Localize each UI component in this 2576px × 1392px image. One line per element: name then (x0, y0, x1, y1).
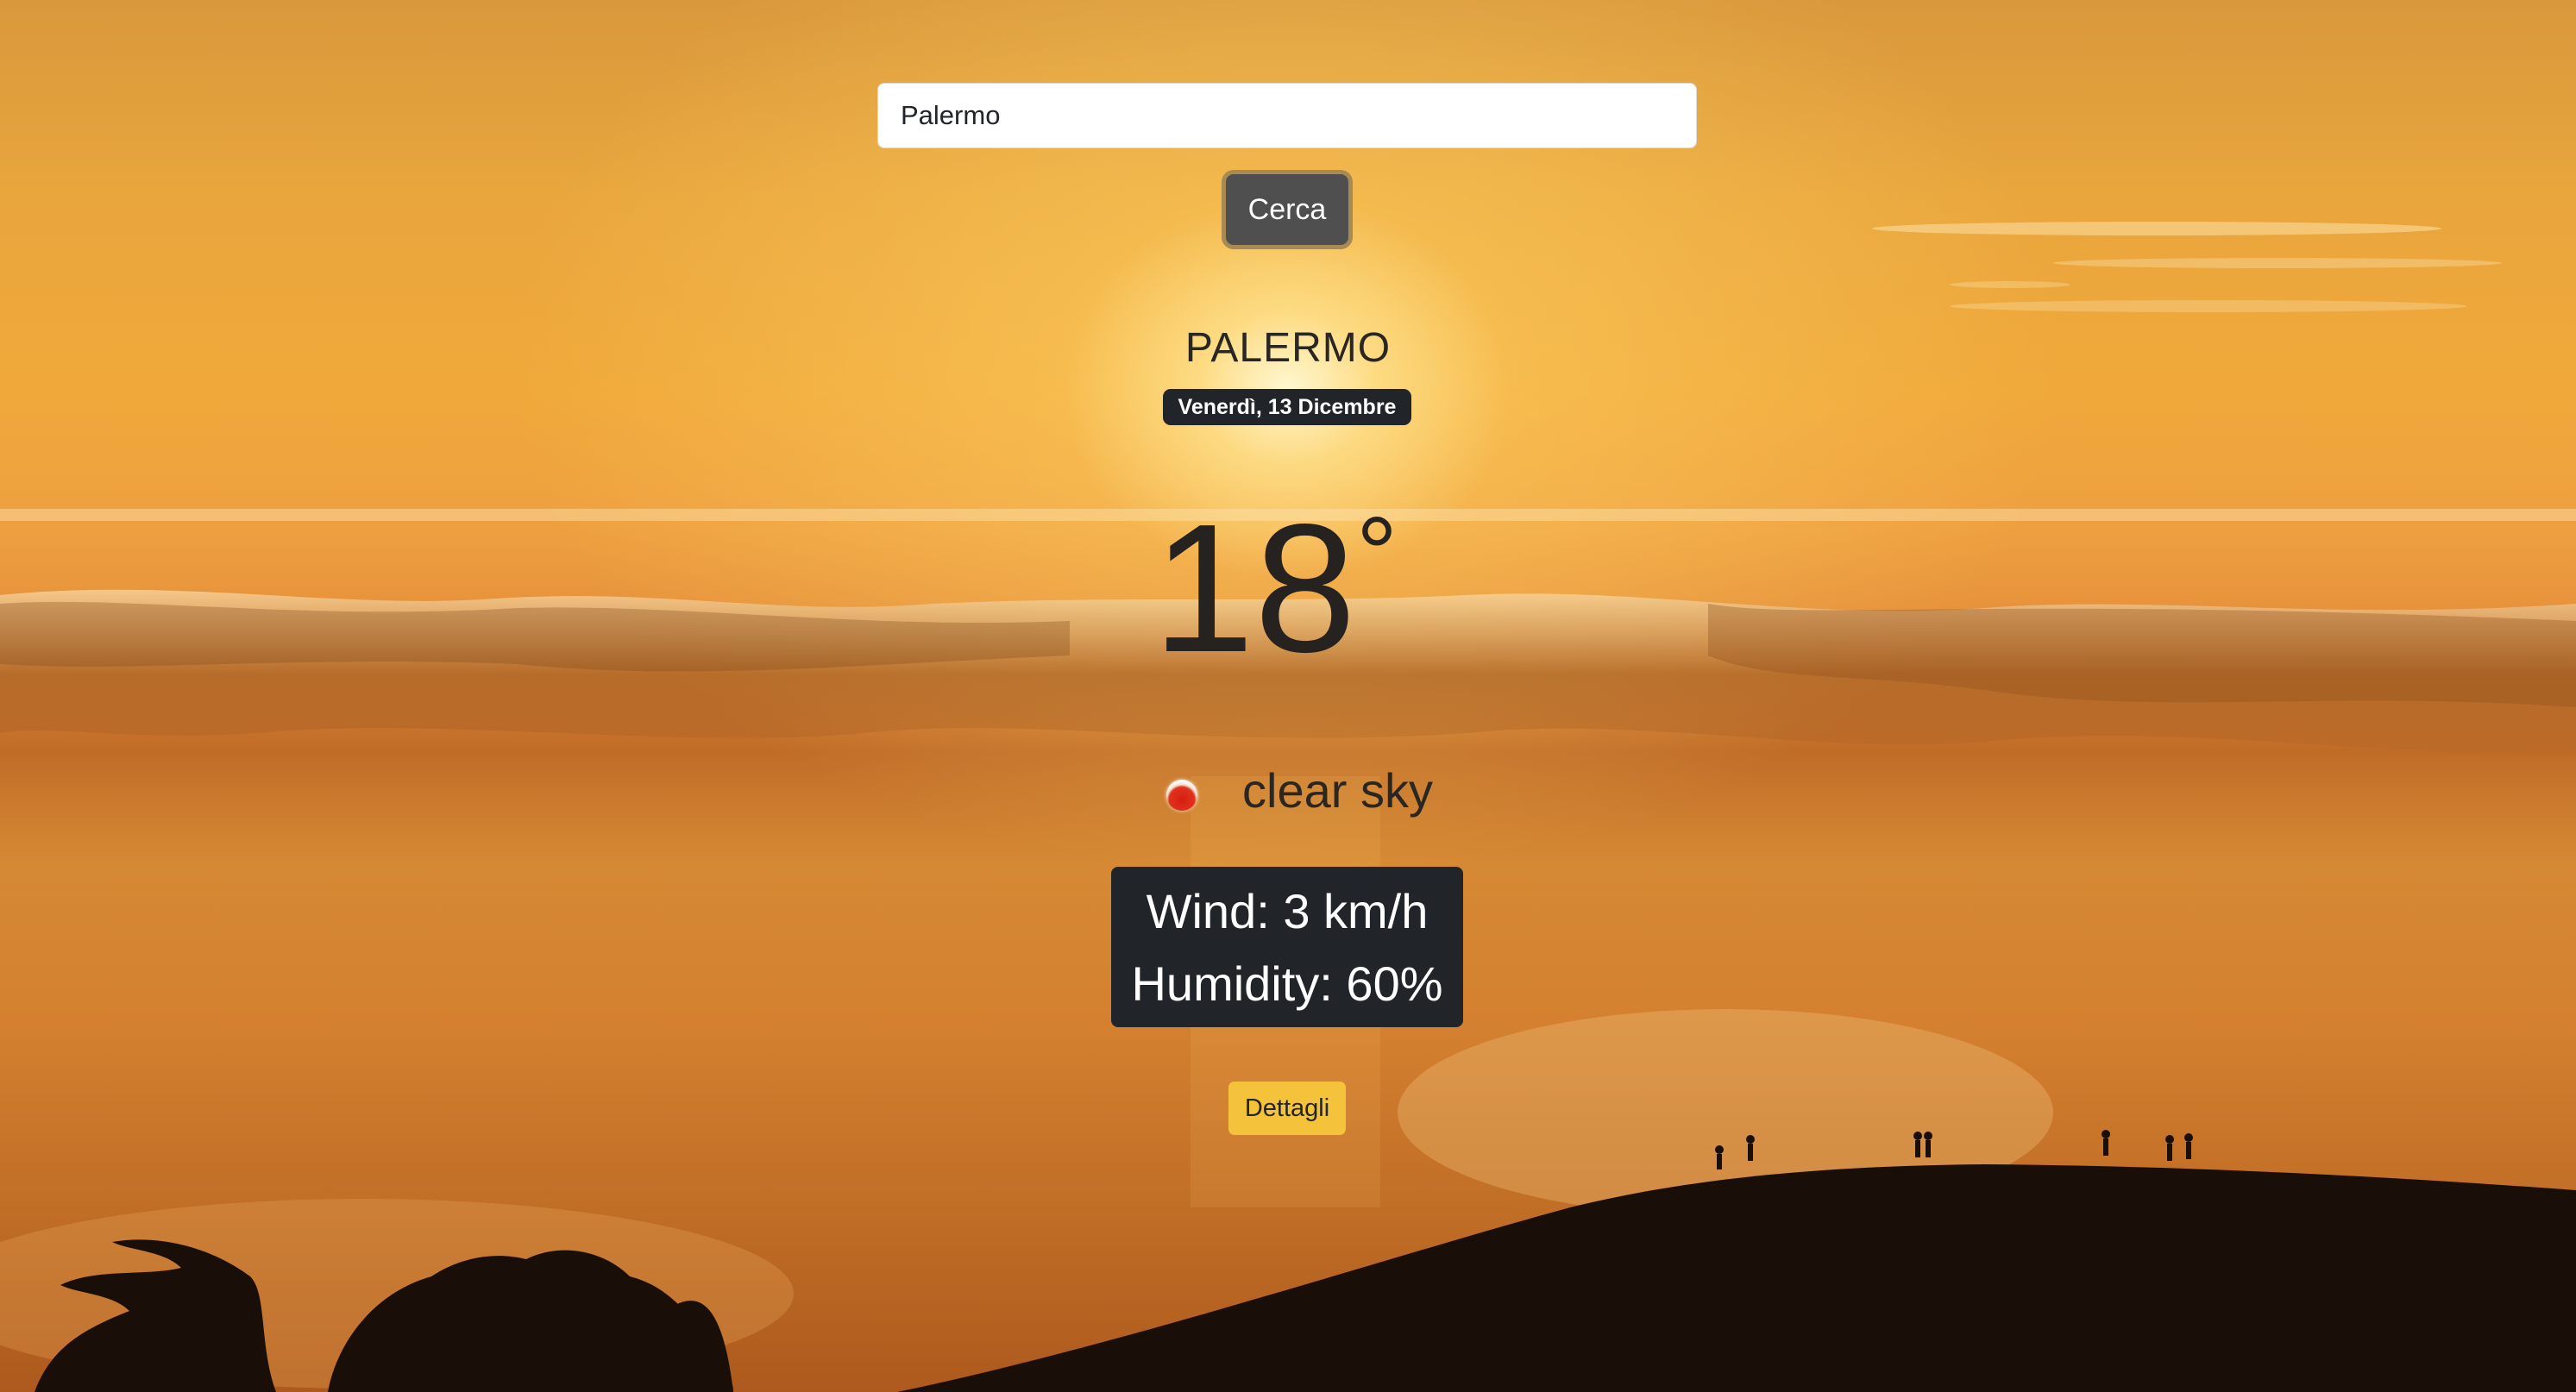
weather-app: Cerca PALERMO Venerdì, 13 Dicembre 18 ° … (0, 0, 2576, 1392)
temperature: 18 ° (1122, 493, 1467, 683)
wind-stat: Wind: 3 km/h (1146, 884, 1429, 938)
humidity-stat: Humidity: 60% (1131, 956, 1443, 1011)
temperature-value: 18 (1153, 486, 1356, 690)
weather-stats-panel: Wind: 3 km/h Humidity: 60% (1111, 867, 1463, 1027)
weather-description: clear sky (1242, 763, 1433, 818)
search-input[interactable] (877, 83, 1697, 148)
city-name: PALERMO (1184, 325, 1392, 371)
date-badge: Venerdì, 13 Dicembre (1163, 389, 1411, 425)
details-button[interactable]: Dettagli (1228, 1082, 1346, 1135)
clear-sky-icon (1166, 780, 1197, 811)
search-button[interactable]: Cerca (1222, 170, 1353, 249)
temperature-unit: ° (1356, 496, 1398, 611)
